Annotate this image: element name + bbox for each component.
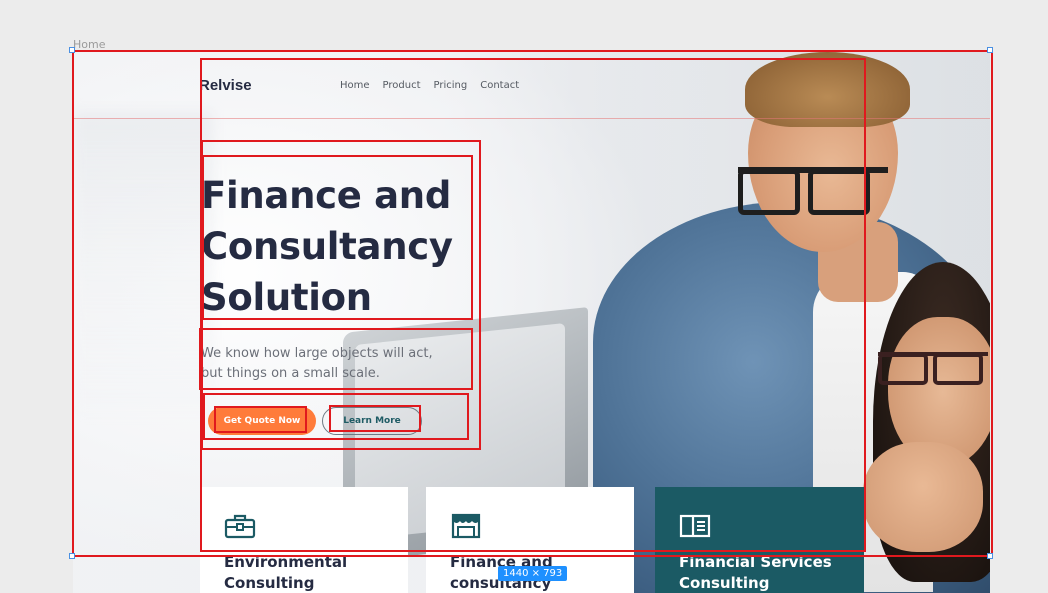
nav-pricing[interactable]: Pricing <box>434 80 468 91</box>
hero-subtitle-line: We know how large objects will act, <box>201 346 433 361</box>
resize-handle-top-right[interactable] <box>987 47 993 53</box>
logo[interactable]: Relvise <box>199 77 252 94</box>
hero-title-line: Solution <box>201 276 372 319</box>
service-card-financial-services[interactable]: Financial Services Consulting <box>655 487 864 593</box>
resize-handle-top-left[interactable] <box>69 47 75 53</box>
learn-more-button[interactable]: Learn More <box>322 407 422 435</box>
book-open-icon <box>679 514 711 538</box>
hero-subtitle: We know how large objects will act, but … <box>201 344 451 384</box>
frame-label[interactable]: Home <box>73 38 105 51</box>
service-card-environmental[interactable]: Environmental Consulting <box>200 487 408 593</box>
nav-product[interactable]: Product <box>383 80 421 91</box>
nav-home[interactable]: Home <box>340 80 370 91</box>
artboard-home[interactable]: Relvise Home Product Pricing Contact Fin… <box>73 52 990 593</box>
main-nav: Home Product Pricing Contact <box>340 80 519 91</box>
resize-handle-bottom-right[interactable] <box>987 553 993 559</box>
resize-handle-bottom-left[interactable] <box>69 553 75 559</box>
hero-title-line: Consultancy <box>201 225 453 268</box>
size-badge: 1440 × 793 <box>498 566 568 581</box>
card-title: Financial Services Consulting <box>679 553 832 592</box>
storefront-icon <box>451 513 481 539</box>
site-header: Relvise Home Product Pricing Contact <box>73 52 990 119</box>
get-quote-button[interactable]: Get Quote Now <box>208 407 316 435</box>
briefcase-icon <box>224 514 256 539</box>
nav-contact[interactable]: Contact <box>480 80 519 91</box>
hero-title-line: Finance and <box>201 174 452 217</box>
hero-subtitle-line: but things on a small scale. <box>201 366 380 381</box>
hero-title: Finance and Consultancy Solution <box>201 170 481 323</box>
card-title: Environmental Consulting <box>224 553 348 592</box>
